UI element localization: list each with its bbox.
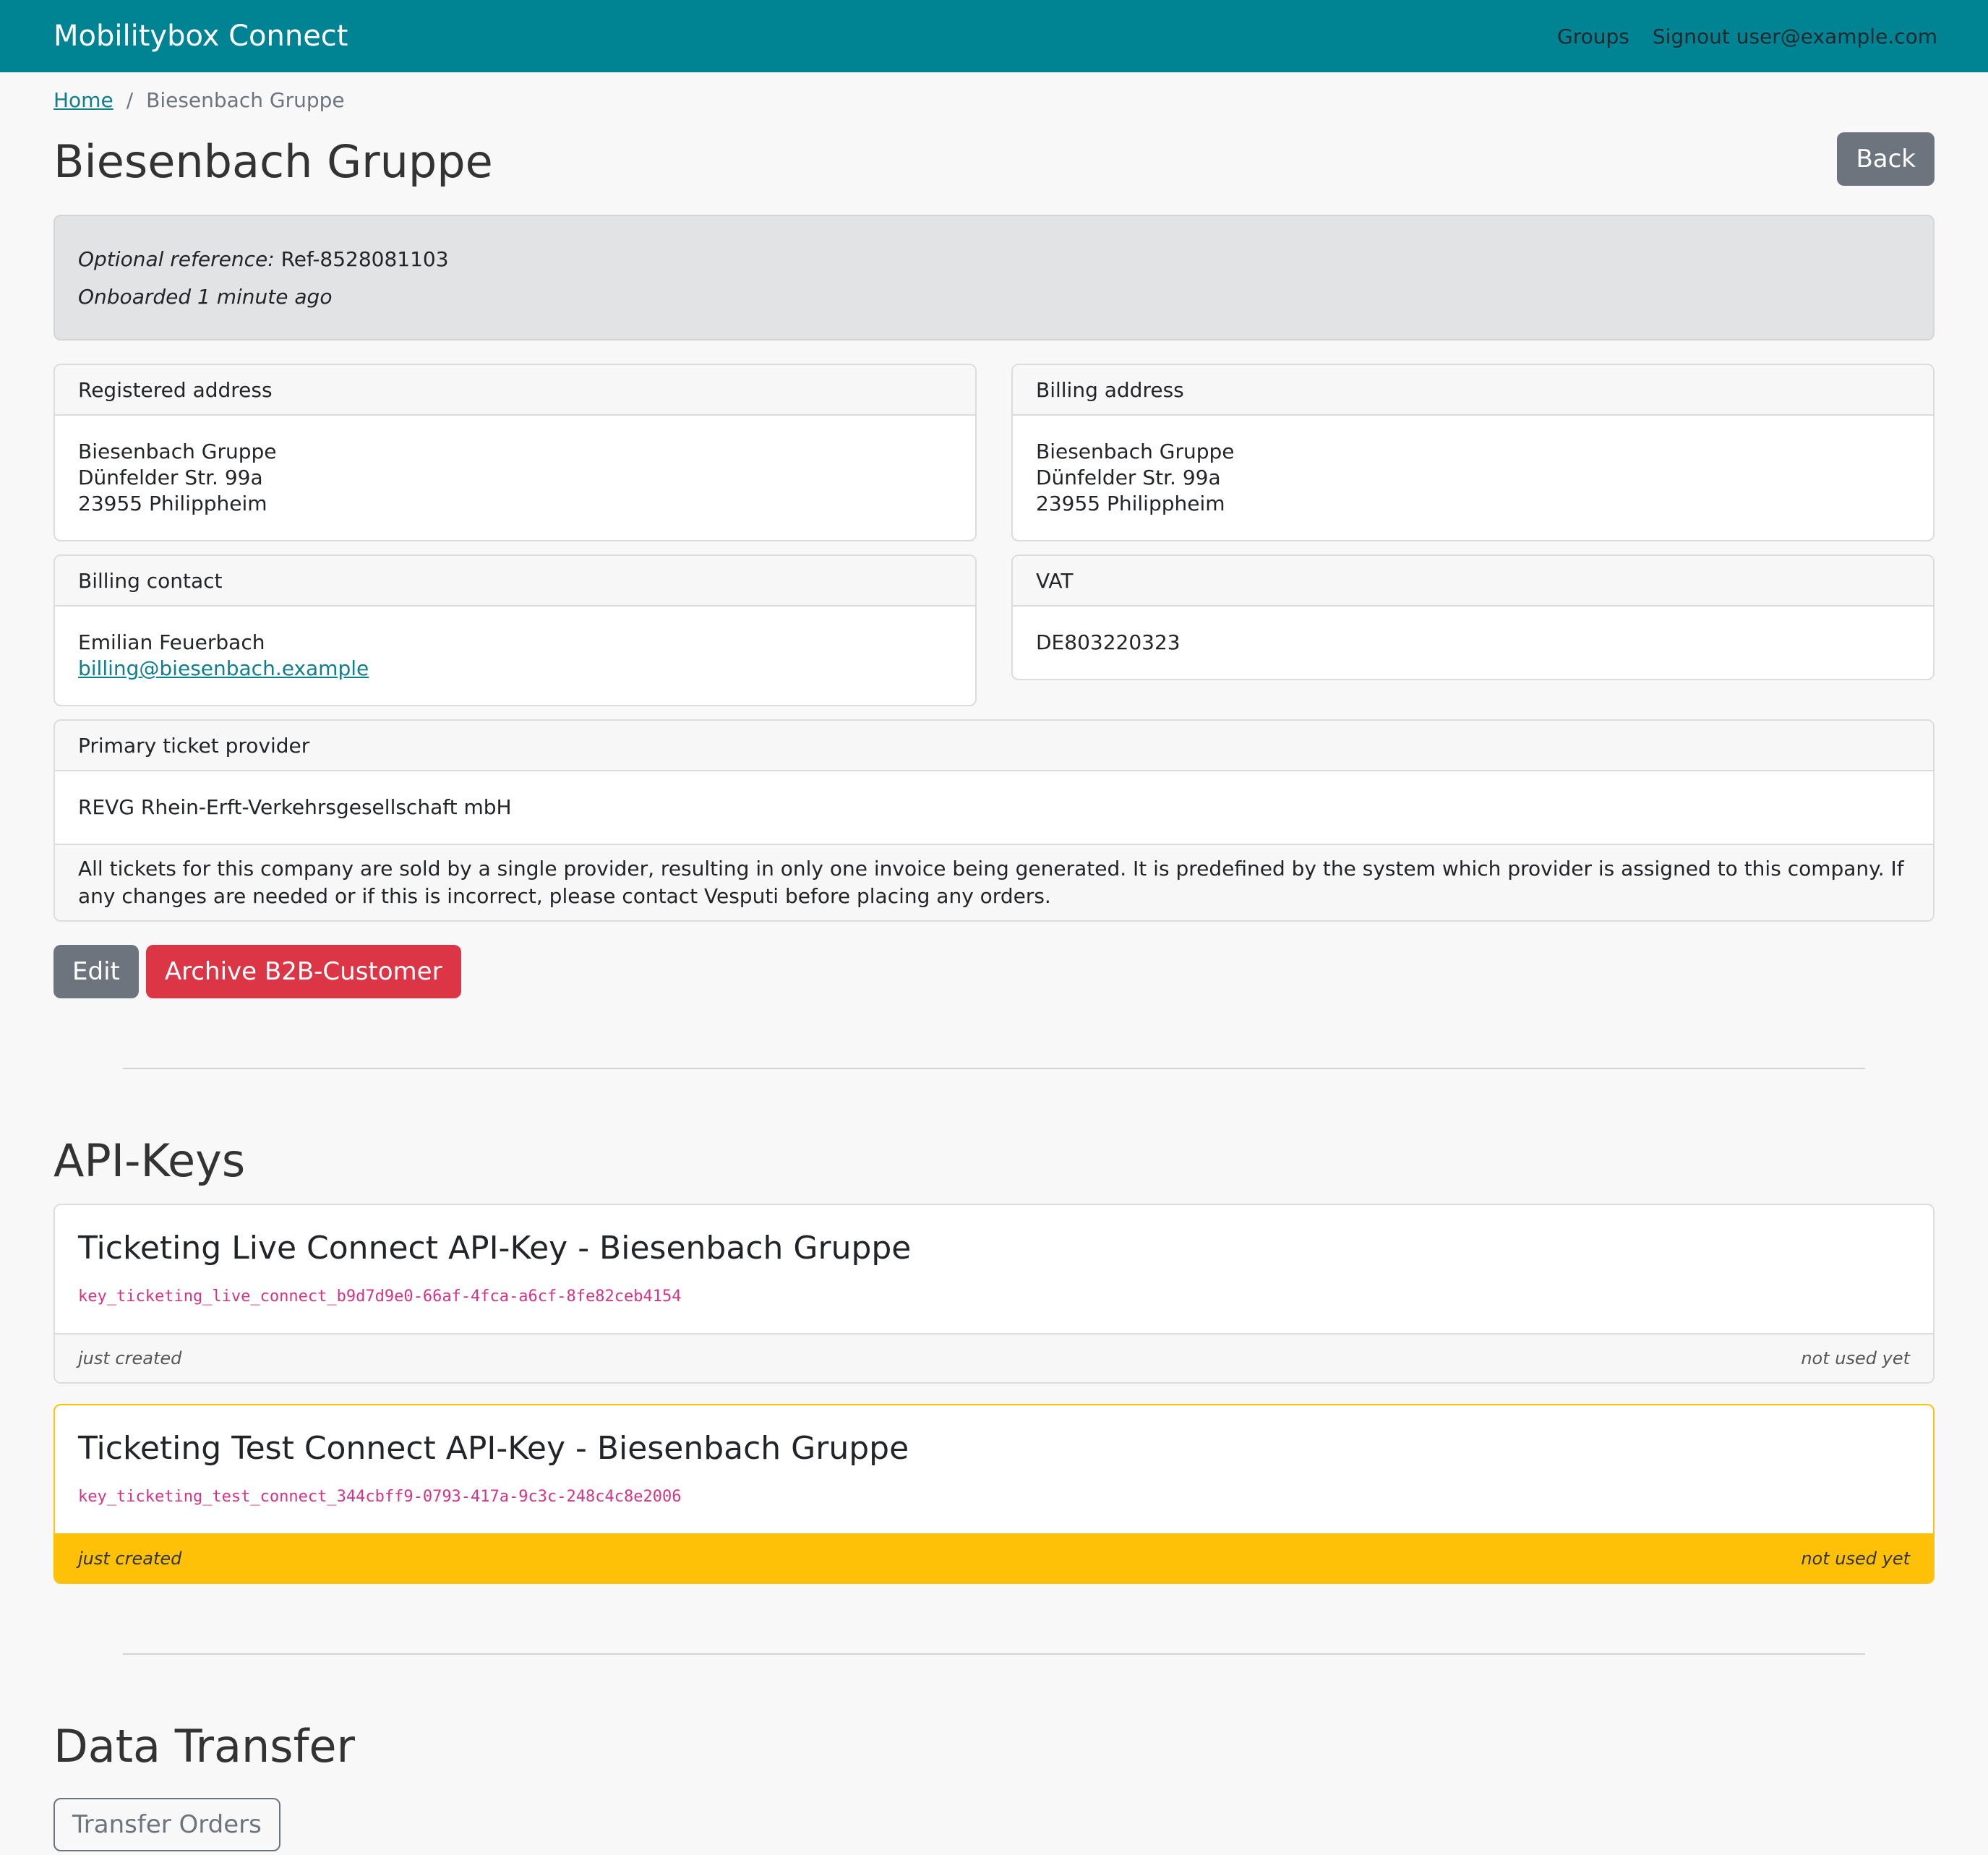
api-key-created: just created	[78, 1348, 182, 1369]
title-row: Biesenbach Gruppe Back	[53, 132, 1935, 189]
edit-button[interactable]: Edit	[53, 945, 139, 999]
ticket-provider-name: REVG Rhein-Erft-Verkehrsgesellschaft mbH	[78, 795, 512, 820]
api-key-created: just created	[78, 1548, 182, 1569]
api-key-title: Ticketing Live Connect API-Key - Biesenb…	[78, 1230, 912, 1267]
vat-card: VAT DE803220323	[1011, 554, 1935, 681]
billing-address-card: Billing address Biesenbach Gruppe Dünfel…	[1011, 364, 1935, 542]
api-key-title: Ticketing Test Connect API-Key - Biesenb…	[78, 1430, 909, 1468]
action-buttons: Edit Archive B2B-Customer	[53, 945, 1935, 999]
billing-contact-name: Emilian Feuerbach	[78, 630, 265, 655]
divider	[123, 1653, 1865, 1655]
contact-grid: Billing contact Emilian Feuerbach billin…	[53, 554, 1935, 707]
billing-address-body: Biesenbach Gruppe Dünfelder Str. 99a 239…	[1013, 416, 1933, 540]
breadcrumb: Home / Biesenbach Gruppe	[53, 88, 1935, 112]
back-button[interactable]: Back	[1837, 132, 1935, 186]
brand-logo[interactable]: Mobilitybox Connect	[53, 20, 348, 53]
api-key-usage: not used yet	[1801, 1548, 1910, 1569]
registered-address-body: Biesenbach Gruppe Dünfelder Str. 99a 239…	[55, 416, 975, 540]
nav-signout-link[interactable]: Signout user@example.com	[1653, 25, 1937, 48]
ticket-provider-header: Primary ticket provider	[55, 721, 1933, 772]
api-key-body: Ticketing Test Connect API-Key - Biesenb…	[55, 1405, 1933, 1533]
api-key-usage: not used yet	[1801, 1348, 1910, 1369]
divider	[123, 1068, 1865, 1070]
registered-address-card: Registered address Biesenbach Gruppe Dün…	[53, 364, 977, 542]
onboarded-text: Onboarded 1 minute ago	[78, 285, 333, 309]
breadcrumb-home-link[interactable]: Home	[53, 88, 113, 112]
billing-address-name: Biesenbach Gruppe	[1036, 440, 1235, 464]
page-title: Biesenbach Gruppe	[53, 135, 493, 188]
registered-address-street: Dünfelder Str. 99a	[78, 466, 263, 490]
billing-address-street: Dünfelder Str. 99a	[1036, 466, 1221, 490]
nav-groups-link[interactable]: Groups	[1557, 25, 1629, 48]
breadcrumb-current: Biesenbach Gruppe	[146, 88, 345, 112]
top-navbar: Mobilitybox Connect Groups Signout user@…	[0, 0, 1988, 72]
api-key-card-test: Ticketing Test Connect API-Key - Biesenb…	[53, 1404, 1935, 1584]
api-key-code[interactable]: key_ticketing_test_connect_344cbff9-0793…	[78, 1484, 1910, 1510]
optional-reference-value: Ref-8528081103	[280, 247, 449, 272]
billing-contact-body: Emilian Feuerbach billing@biesenbach.exa…	[55, 607, 975, 705]
optional-reference-label: Optional reference:	[78, 247, 275, 272]
registered-address-city: 23955 Philippheim	[78, 492, 267, 516]
api-key-card-live: Ticketing Live Connect API-Key - Biesenb…	[53, 1204, 1935, 1384]
billing-address-city: 23955 Philippheim	[1036, 492, 1225, 516]
breadcrumb-separator: /	[126, 88, 134, 112]
optional-reference: Optional reference: Ref-8528081103	[78, 241, 1910, 278]
transfer-actions: Transfer Orders	[53, 1797, 1935, 1851]
api-key-body: Ticketing Live Connect API-Key - Biesenb…	[55, 1205, 1933, 1333]
registered-address-name: Biesenbach Gruppe	[78, 440, 277, 464]
nav-links: Groups Signout user@example.com	[1557, 25, 1937, 48]
vat-body: DE803220323	[1013, 607, 1933, 679]
api-keys-title: API-Keys	[53, 1134, 246, 1188]
registered-address-header: Registered address	[55, 365, 975, 416]
info-alert: Optional reference: Ref-8528081103 Onboa…	[53, 215, 1935, 341]
archive-customer-button[interactable]: Archive B2B-Customer	[145, 945, 461, 999]
data-transfer-title: Data Transfer	[53, 1719, 356, 1773]
billing-contact-header: Billing contact	[55, 556, 975, 607]
billing-contact-card: Billing contact Emilian Feuerbach billin…	[53, 554, 977, 707]
billing-contact-email-link[interactable]: billing@biesenbach.example	[78, 656, 369, 680]
billing-address-header: Billing address	[1013, 365, 1933, 416]
vat-header: VAT	[1013, 556, 1933, 607]
ticket-provider-body: REVG Rhein-Erft-Verkehrsgesellschaft mbH	[55, 771, 1933, 844]
api-key-code[interactable]: key_ticketing_live_connect_b9d7d9e0-66af…	[78, 1284, 1910, 1310]
api-key-footer: just created not used yet	[55, 1533, 1933, 1582]
main-container: Home / Biesenbach Gruppe Biesenbach Grup…	[0, 88, 1988, 1851]
ticket-provider-note: All tickets for this company are sold by…	[55, 844, 1933, 921]
vat-value: DE803220323	[1036, 630, 1181, 655]
transfer-orders-button[interactable]: Transfer Orders	[53, 1797, 280, 1851]
api-key-footer: just created not used yet	[55, 1333, 1933, 1383]
ticket-provider-card: Primary ticket provider REVG Rhein-Erft-…	[53, 719, 1935, 922]
address-grid: Registered address Biesenbach Gruppe Dün…	[53, 364, 1935, 542]
